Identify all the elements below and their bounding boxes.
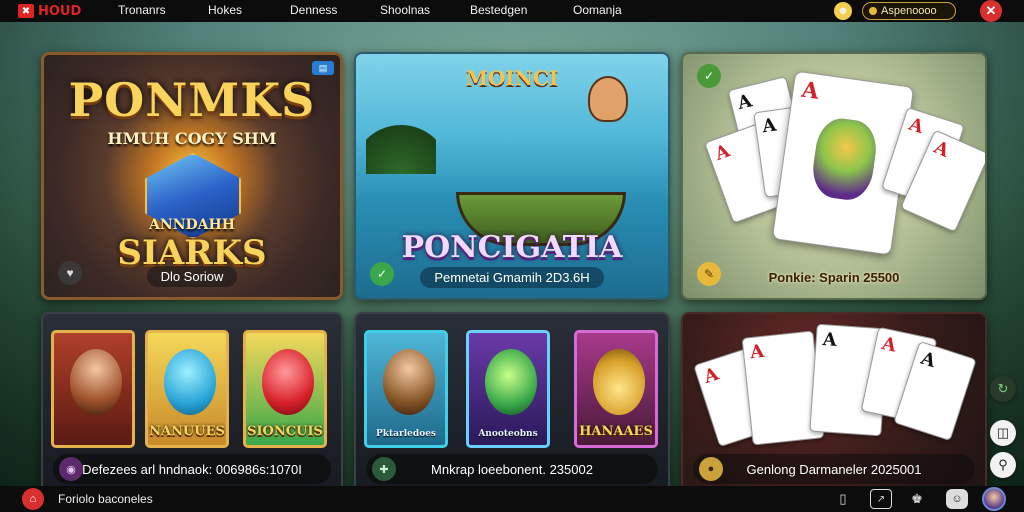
chip-icon[interactable]: ● xyxy=(699,457,723,481)
close-icon[interactable]: ✕ xyxy=(980,0,1002,22)
caption-text: Ponkie: Sparin 25500 xyxy=(768,270,900,285)
tile-label: HANAAES xyxy=(579,424,653,439)
game-strip-cards[interactable]: A A A A A ● Genlong Darmaneler 2025001 xyxy=(681,312,987,492)
game-tile[interactable]: NANUUES xyxy=(145,330,229,448)
card-caption: Ponkie: Sparin 25500 xyxy=(683,267,985,288)
nav-item-1[interactable]: Tronanrs xyxy=(118,3,166,17)
profile-icon[interactable]: ☺ xyxy=(946,489,968,509)
caption-text: Dlo Soriow xyxy=(146,266,238,287)
info-icon[interactable]: ▤ xyxy=(312,61,334,75)
emoji-face-icon[interactable]: ☻ xyxy=(834,2,852,20)
snail-character xyxy=(593,349,645,415)
search-icon[interactable]: ⚲ xyxy=(990,452,1016,478)
card-caption: Pemnetai Gmamih 2D3.6H xyxy=(356,267,668,288)
strip-caption: ● Genlong Darmaneler 2025001 xyxy=(693,454,975,484)
card-subtitle: HMUH COGY SHM xyxy=(107,129,277,148)
game-card-bonanza[interactable]: PONMKS HMUH COGY SHM ANNDAHH SIARKS ▤ ♥ … xyxy=(41,52,343,300)
game-card-poker[interactable]: A A A A A A ✓ ✎ Ponkie: Sparin 25500 xyxy=(681,52,987,300)
footer-label[interactable]: Foriolo baconeles xyxy=(58,492,153,506)
game-strip-adventure[interactable]: Pktarledoes Anooteobns HANAAES ✚ Mnkrap … xyxy=(354,312,670,492)
cart-icon[interactable]: ◫ xyxy=(990,420,1016,446)
top-nav-bar: ✖ HOUD Tronanrs Hokes Denness Shoolnas B… xyxy=(0,0,1024,22)
game-tile[interactable]: HANAAES xyxy=(574,330,658,448)
tile-label: Pktarledoes xyxy=(376,429,436,439)
nav-item-5[interactable]: Bestedgen xyxy=(470,3,527,17)
balance-value: Aspenoooo xyxy=(881,5,937,17)
pirate-character xyxy=(383,349,435,415)
game-tile[interactable]: SIONCUIS xyxy=(243,330,327,448)
nav-item-4[interactable]: Shoolnas xyxy=(380,3,430,17)
sword-icon[interactable]: ✚ xyxy=(372,457,396,481)
fish-monster-character xyxy=(485,349,537,415)
caption-text: Pemnetai Gmamih 2D3.6H xyxy=(420,267,604,288)
nav-item-2[interactable]: Hokes xyxy=(208,3,242,17)
blue-blob-character xyxy=(164,349,216,415)
island-image xyxy=(366,114,436,174)
game-strip-characters[interactable]: NANUUES SIONCUIS ◉ Defezees arl hndnaok:… xyxy=(41,312,343,492)
refresh-icon[interactable]: ↻ xyxy=(990,376,1016,402)
logo-icon: ✖ xyxy=(18,4,34,18)
coin-stack-icon[interactable]: ◉ xyxy=(59,457,83,481)
nav-item-6[interactable]: Oomanja xyxy=(573,3,622,17)
caption-text: Mnkrap loeebonent. 235002 xyxy=(431,461,593,477)
coin-icon xyxy=(869,7,877,15)
card-rank: A xyxy=(800,76,821,105)
card-small-title: ANNDAHH xyxy=(149,217,235,233)
bottom-bar: ⌂ Foriolo baconeles ▯ ↗ ♚ ☺ xyxy=(0,486,1024,512)
brand-logo[interactable]: ✖ HOUD xyxy=(18,4,118,19)
warrior-character xyxy=(70,349,122,415)
tile-label: NANUUES xyxy=(149,424,225,439)
game-card-fishing[interactable]: MOINCI PONCIGATIA ✓ Pemnetai Gmamih 2D3.… xyxy=(354,52,670,300)
card-caption: Dlo Soriow xyxy=(44,266,340,287)
balance-display[interactable]: Aspenoooo xyxy=(862,2,956,20)
avatar[interactable] xyxy=(982,487,1006,511)
card-game-name: PONCIGATIA xyxy=(401,230,623,265)
tile-label: Anooteobns xyxy=(478,429,538,439)
red-fruit-character xyxy=(262,349,314,415)
game-tile[interactable] xyxy=(51,330,135,448)
game-tile[interactable]: Pktarledoes xyxy=(364,330,448,448)
card-title: PONMKS xyxy=(68,73,316,127)
tile-label: SIONCUIS xyxy=(247,424,323,439)
fish-character xyxy=(809,115,880,203)
logo-text: HOUD xyxy=(38,3,82,19)
card-title: MOINCI xyxy=(465,66,559,90)
strip-caption: ◉ Defezees arl hndnaok: 006986s:1070I xyxy=(53,454,331,484)
home-icon[interactable]: ⌂ xyxy=(22,488,44,510)
caption-text: Genlong Darmaneler 2025001 xyxy=(746,461,922,477)
nav-item-3[interactable]: Denness xyxy=(290,3,337,17)
strip-caption: ✚ Mnkrap loeebonent. 235002 xyxy=(366,454,658,484)
caption-text: Defezees arl hndnaok: 006986s:1070I xyxy=(82,461,302,477)
gift-icon[interactable]: ▯ xyxy=(832,489,854,509)
chart-icon[interactable]: ↗ xyxy=(870,489,892,509)
check-icon[interactable]: ✓ xyxy=(697,64,721,88)
game-tile[interactable]: Anooteobns xyxy=(466,330,550,448)
trophy-icon[interactable]: ♚ xyxy=(906,489,928,509)
